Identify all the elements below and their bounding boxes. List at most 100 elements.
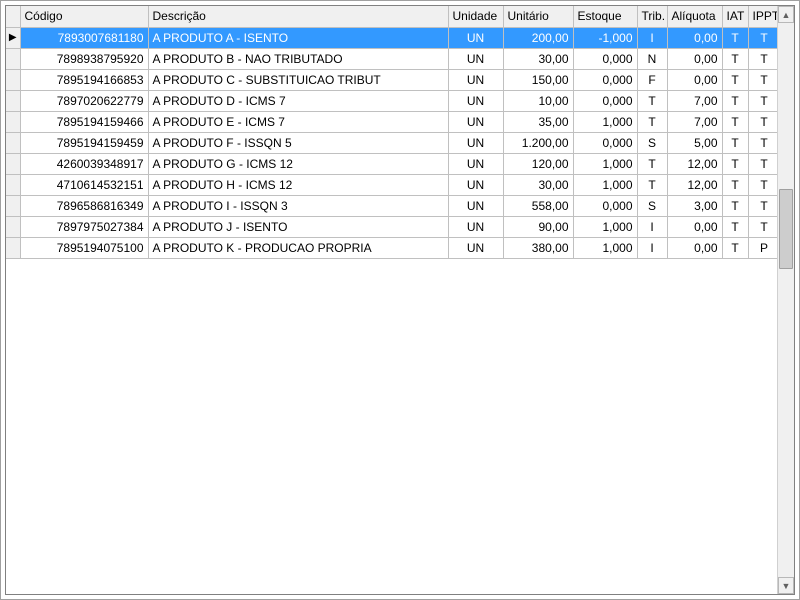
cell-codigo[interactable]: 4710614532151	[20, 174, 148, 195]
cell-ippt[interactable]: T	[748, 195, 777, 216]
table-row[interactable]: 4710614532151A PRODUTO H - ICMS 12UN30,0…	[6, 174, 777, 195]
header-aliquota[interactable]: Alíquota	[667, 6, 722, 27]
cell-aliquota[interactable]: 0,00	[667, 48, 722, 69]
cell-unidade[interactable]: UN	[448, 132, 503, 153]
cell-aliquota[interactable]: 12,00	[667, 153, 722, 174]
cell-unidade[interactable]: UN	[448, 216, 503, 237]
cell-descricao[interactable]: A PRODUTO I - ISSQN 3	[148, 195, 448, 216]
cell-estoque[interactable]: 1,000	[573, 174, 637, 195]
scroll-thumb[interactable]	[779, 189, 793, 269]
cell-unitario[interactable]: 10,00	[503, 90, 573, 111]
cell-estoque[interactable]: 1,000	[573, 237, 637, 258]
cell-codigo[interactable]: 7897975027384	[20, 216, 148, 237]
cell-ippt[interactable]: T	[748, 111, 777, 132]
cell-aliquota[interactable]: 0,00	[667, 27, 722, 48]
table-row[interactable]: 4260039348917A PRODUTO G - ICMS 12UN120,…	[6, 153, 777, 174]
cell-codigo[interactable]: 7895194075100	[20, 237, 148, 258]
cell-aliquota[interactable]: 0,00	[667, 69, 722, 90]
cell-unitario[interactable]: 380,00	[503, 237, 573, 258]
cell-unitario[interactable]: 558,00	[503, 195, 573, 216]
scroll-down-button[interactable]: ▼	[778, 577, 794, 594]
cell-descricao[interactable]: A PRODUTO G - ICMS 12	[148, 153, 448, 174]
table-row[interactable]: 7895194159466A PRODUTO E - ICMS 7UN35,00…	[6, 111, 777, 132]
cell-codigo[interactable]: 7897020622779	[20, 90, 148, 111]
data-grid[interactable]: Código Descrição Unidade Unitário Estoqu…	[6, 6, 777, 594]
cell-estoque[interactable]: 1,000	[573, 111, 637, 132]
cell-aliquota[interactable]: 0,00	[667, 216, 722, 237]
cell-descricao[interactable]: A PRODUTO A - ISENTO	[148, 27, 448, 48]
cell-codigo[interactable]: 7895194159466	[20, 111, 148, 132]
header-unitario[interactable]: Unitário	[503, 6, 573, 27]
cell-descricao[interactable]: A PRODUTO H - ICMS 12	[148, 174, 448, 195]
header-trib[interactable]: Trib.	[637, 6, 667, 27]
cell-ippt[interactable]: T	[748, 69, 777, 90]
cell-unidade[interactable]: UN	[448, 90, 503, 111]
cell-descricao[interactable]: A PRODUTO J - ISENTO	[148, 216, 448, 237]
cell-unitario[interactable]: 35,00	[503, 111, 573, 132]
cell-iat[interactable]: T	[722, 174, 748, 195]
cell-unitario[interactable]: 200,00	[503, 27, 573, 48]
cell-codigo[interactable]: 7898938795920	[20, 48, 148, 69]
cell-ippt[interactable]: T	[748, 132, 777, 153]
table-row[interactable]: 7897975027384A PRODUTO J - ISENTOUN90,00…	[6, 216, 777, 237]
cell-trib[interactable]: T	[637, 111, 667, 132]
cell-estoque[interactable]: 1,000	[573, 216, 637, 237]
cell-iat[interactable]: T	[722, 216, 748, 237]
cell-trib[interactable]: T	[637, 174, 667, 195]
cell-ippt[interactable]: P	[748, 237, 777, 258]
cell-trib[interactable]: F	[637, 69, 667, 90]
cell-estoque[interactable]: -1,000	[573, 27, 637, 48]
table-row[interactable]: ▶7893007681180A PRODUTO A - ISENTOUN200,…	[6, 27, 777, 48]
cell-unidade[interactable]: UN	[448, 111, 503, 132]
cell-aliquota[interactable]: 0,00	[667, 237, 722, 258]
cell-aliquota[interactable]: 5,00	[667, 132, 722, 153]
cell-unidade[interactable]: UN	[448, 27, 503, 48]
cell-unitario[interactable]: 120,00	[503, 153, 573, 174]
cell-aliquota[interactable]: 7,00	[667, 90, 722, 111]
scroll-track[interactable]	[778, 23, 794, 577]
cell-ippt[interactable]: T	[748, 153, 777, 174]
cell-descricao[interactable]: A PRODUTO B - NAO TRIBUTADO	[148, 48, 448, 69]
header-codigo[interactable]: Código	[20, 6, 148, 27]
cell-estoque[interactable]: 1,000	[573, 153, 637, 174]
cell-codigo[interactable]: 4260039348917	[20, 153, 148, 174]
cell-estoque[interactable]: 0,000	[573, 69, 637, 90]
cell-estoque[interactable]: 0,000	[573, 48, 637, 69]
cell-ippt[interactable]: T	[748, 90, 777, 111]
cell-iat[interactable]: T	[722, 153, 748, 174]
cell-trib[interactable]: N	[637, 48, 667, 69]
cell-aliquota[interactable]: 7,00	[667, 111, 722, 132]
table-row[interactable]: 7896586816349A PRODUTO I - ISSQN 3UN558,…	[6, 195, 777, 216]
cell-unitario[interactable]: 150,00	[503, 69, 573, 90]
cell-unidade[interactable]: UN	[448, 174, 503, 195]
cell-estoque[interactable]: 0,000	[573, 90, 637, 111]
cell-ippt[interactable]: T	[748, 174, 777, 195]
cell-unidade[interactable]: UN	[448, 153, 503, 174]
cell-ippt[interactable]: T	[748, 48, 777, 69]
cell-unidade[interactable]: UN	[448, 237, 503, 258]
cell-unitario[interactable]: 90,00	[503, 216, 573, 237]
header-iat[interactable]: IAT	[722, 6, 748, 27]
products-table[interactable]: Código Descrição Unidade Unitário Estoqu…	[6, 6, 777, 259]
cell-codigo[interactable]: 7895194166853	[20, 69, 148, 90]
cell-iat[interactable]: T	[722, 195, 748, 216]
cell-descricao[interactable]: A PRODUTO K - PRODUCAO PROPRIA	[148, 237, 448, 258]
cell-iat[interactable]: T	[722, 237, 748, 258]
table-row[interactable]: 7895194075100A PRODUTO K - PRODUCAO PROP…	[6, 237, 777, 258]
cell-trib[interactable]: I	[637, 27, 667, 48]
cell-ippt[interactable]: T	[748, 27, 777, 48]
cell-aliquota[interactable]: 3,00	[667, 195, 722, 216]
header-ippt[interactable]: IPPT	[748, 6, 777, 27]
table-row[interactable]: 7895194166853A PRODUTO C - SUBSTITUICAO …	[6, 69, 777, 90]
cell-estoque[interactable]: 0,000	[573, 132, 637, 153]
cell-trib[interactable]: S	[637, 132, 667, 153]
cell-trib[interactable]: I	[637, 237, 667, 258]
cell-iat[interactable]: T	[722, 111, 748, 132]
cell-iat[interactable]: T	[722, 27, 748, 48]
vertical-scrollbar[interactable]: ▲ ▼	[777, 6, 794, 594]
cell-codigo[interactable]: 7895194159459	[20, 132, 148, 153]
table-row[interactable]: 7895194159459A PRODUTO F - ISSQN 5UN1.20…	[6, 132, 777, 153]
cell-unitario[interactable]: 30,00	[503, 174, 573, 195]
cell-iat[interactable]: T	[722, 48, 748, 69]
cell-iat[interactable]: T	[722, 132, 748, 153]
